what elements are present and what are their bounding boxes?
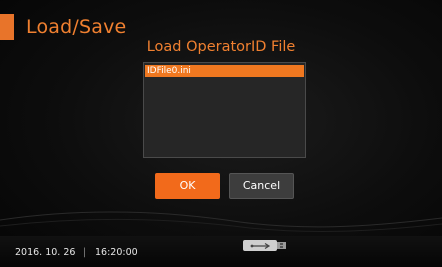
status-bar: 2016. 10. 26 | 16:20:00	[0, 236, 442, 267]
status-date: 2016. 10. 26	[15, 247, 76, 258]
screen: Load/Save Load OperatorID File IDFile0.i…	[0, 0, 442, 267]
usb-drive-icon	[243, 240, 286, 251]
file-list[interactable]: IDFile0.ini	[143, 62, 306, 158]
decorative-swoosh	[0, 211, 442, 232]
file-list-item[interactable]: IDFile0.ini	[145, 65, 304, 77]
status-time: 16:20:00	[95, 247, 138, 258]
dialog-title: Load OperatorID File	[146, 39, 296, 55]
status-separator: |	[83, 247, 87, 258]
cancel-button[interactable]: Cancel	[229, 173, 294, 199]
ok-button[interactable]: OK	[155, 173, 220, 199]
